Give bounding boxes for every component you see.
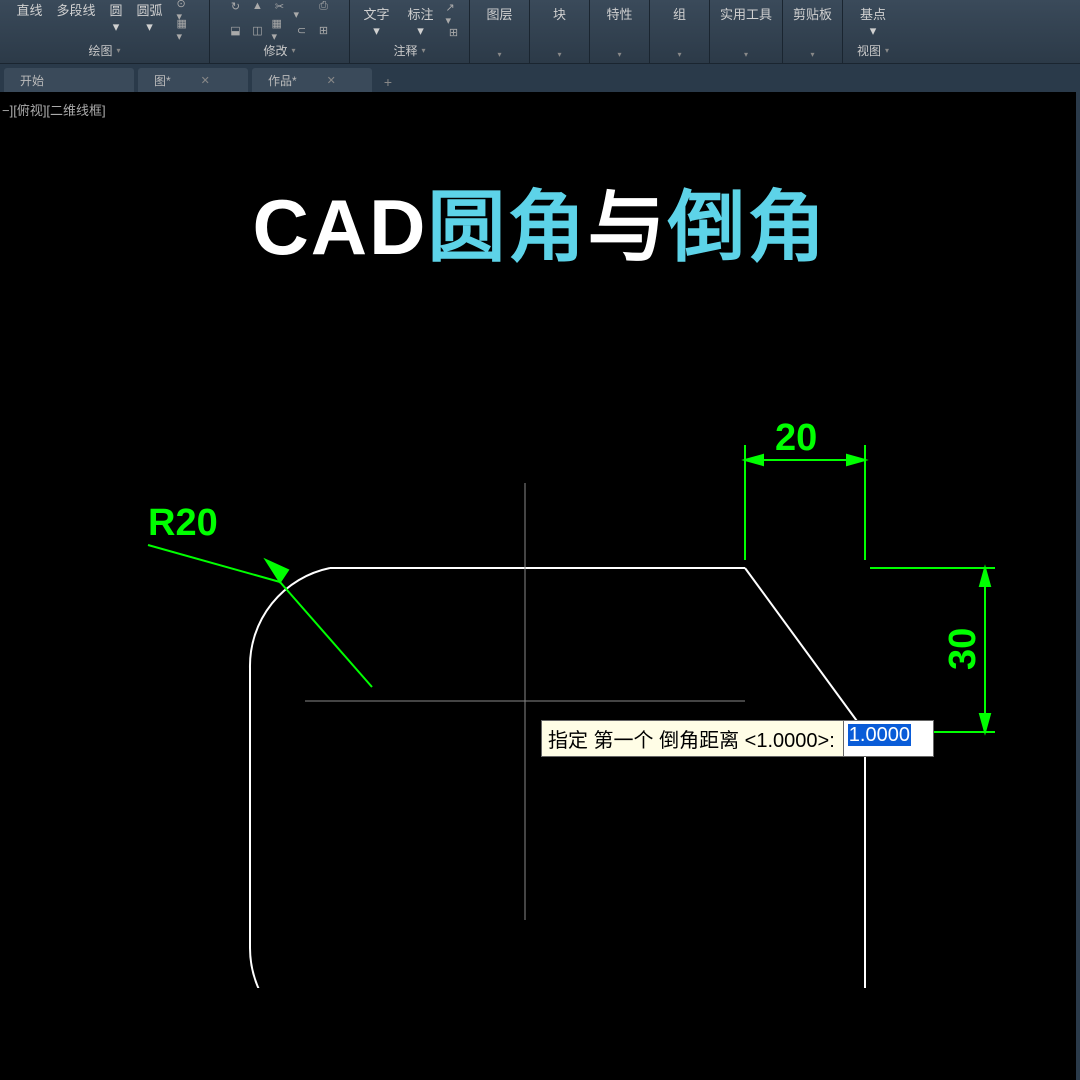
dim-vertical-label: 30 — [942, 628, 984, 670]
command-input[interactable]: 1.0000 — [844, 720, 934, 757]
dim-horizontal-label: 20 — [775, 417, 817, 459]
cad-drawing: R20 20 30 — [0, 0, 1076, 988]
fillet-radius-label: R20 — [148, 502, 218, 544]
command-prompt: 指定 第一个 倒角距离 <1.0000>: 1.0000 — [541, 720, 934, 757]
command-prompt-label: 指定 第一个 倒角距离 <1.0000>: — [541, 720, 844, 757]
